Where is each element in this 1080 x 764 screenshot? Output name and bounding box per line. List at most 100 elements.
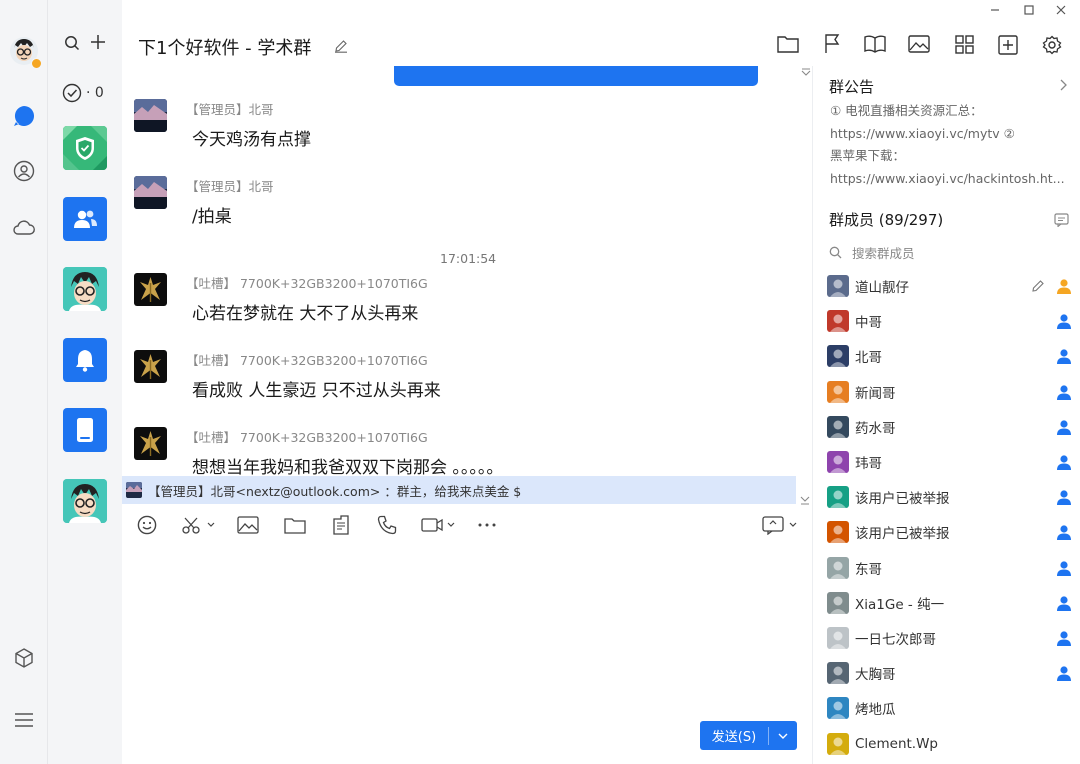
edit-nickname-icon[interactable] <box>1029 277 1047 295</box>
check-circle-icon <box>62 83 82 103</box>
admin-badge-icon <box>1055 594 1073 612</box>
session-item-avatar[interactable] <box>63 267 107 311</box>
search-icon[interactable] <box>64 35 80 55</box>
unread-filter[interactable]: · 0 <box>62 83 104 103</box>
history-icon[interactable] <box>762 512 800 538</box>
sender-name: 【吐槽】 7700K+32GB3200+1070TI6G <box>186 353 428 368</box>
settings-icon[interactable] <box>1042 35 1062 59</box>
member-name: 中哥 <box>855 315 882 332</box>
video-call-icon[interactable] <box>421 512 457 538</box>
shield-icon <box>63 126 107 170</box>
notice-line: ① 电视直播相关资源汇总： <box>830 103 983 118</box>
member-manage-icon[interactable] <box>1054 212 1069 231</box>
collapse-top-icon[interactable] <box>801 68 811 81</box>
member-avatar <box>827 380 849 403</box>
owner-badge-icon <box>1055 277 1073 295</box>
image-icon[interactable] <box>237 512 259 538</box>
left-rail <box>0 0 48 764</box>
messages-icon[interactable] <box>0 98 48 134</box>
session-item-security[interactable] <box>63 126 107 170</box>
member-item[interactable]: 道山靓仔 <box>827 274 1073 298</box>
sender-name: 【吐槽】 7700K+32GB3200+1070TI6G <box>186 430 428 445</box>
admin-badge-icon <box>1055 453 1073 471</box>
mention-preview-bar[interactable]: 【管理员】北哥<nextz@outlook.com> ：群主，给我来点美金 $ <box>122 476 796 504</box>
send-button[interactable]: 发送(S) <box>700 721 797 750</box>
admin-badge-icon <box>1055 383 1073 401</box>
member-avatar <box>827 662 849 685</box>
menu-icon[interactable] <box>0 702 48 738</box>
session-item-avatar-2[interactable] <box>63 479 107 523</box>
member-item[interactable]: 玮哥 <box>827 450 1073 474</box>
sender-name: 【管理员】北哥 <box>186 179 274 194</box>
send-options-icon[interactable] <box>769 732 797 740</box>
mention-text: 【管理员】北哥<nextz@outlook.com> ：群主，给我来点美金 $ <box>148 483 522 499</box>
files-icon[interactable] <box>777 35 799 57</box>
member-item[interactable]: 药水哥 <box>827 415 1073 439</box>
member-item[interactable]: 该用户已被举报 <box>827 485 1073 509</box>
sender-avatar[interactable] <box>134 350 167 383</box>
flag-icon[interactable] <box>824 34 840 58</box>
member-item[interactable]: 东哥 <box>827 556 1073 580</box>
member-item[interactable]: 烤地瓜 <box>827 696 1073 720</box>
user-avatar[interactable] <box>0 31 48 71</box>
cartoon-avatar <box>63 479 107 523</box>
scroll-bottom-icon[interactable] <box>800 490 810 509</box>
member-item[interactable]: 北哥 <box>827 344 1073 368</box>
sender-name: 【管理员】北哥 <box>186 102 274 117</box>
add-icon[interactable] <box>90 34 106 54</box>
message-text: 今天鸡汤有点撑 <box>192 130 311 150</box>
sender-name: 【吐槽】 7700K+32GB3200+1070TI6G <box>186 276 428 291</box>
document-icon[interactable] <box>330 512 352 538</box>
phone-call-icon[interactable] <box>376 512 398 538</box>
member-name: 玮哥 <box>855 456 882 472</box>
maximize-button[interactable] <box>1018 2 1040 18</box>
edit-title-icon[interactable] <box>334 38 348 57</box>
sender-avatar[interactable] <box>134 273 167 306</box>
member-item[interactable]: 中哥 <box>827 309 1073 333</box>
message-text: /拍桌 <box>192 207 232 227</box>
contacts-icon[interactable] <box>0 153 48 189</box>
folder-icon[interactable] <box>284 512 306 538</box>
chat-header: 下1个好软件 - 学术群 <box>122 26 812 66</box>
minimize-button[interactable] <box>984 2 1006 18</box>
cloud-icon[interactable] <box>0 210 48 246</box>
member-item[interactable]: 大胸哥 <box>827 661 1073 685</box>
member-avatar <box>827 697 849 720</box>
member-avatar <box>827 415 849 438</box>
bell-icon <box>76 350 94 372</box>
member-search-input[interactable]: 搜索群成员 <box>829 242 1059 262</box>
add-app-icon[interactable] <box>998 35 1018 59</box>
announcement-banner[interactable] <box>394 66 758 86</box>
session-item-groups[interactable] <box>63 197 107 241</box>
notice-more-icon[interactable] <box>1060 76 1068 95</box>
member-item[interactable]: 一日七次郎哥 <box>827 626 1073 650</box>
member-avatar <box>827 521 849 544</box>
status-badge <box>31 58 42 69</box>
book-icon[interactable] <box>864 35 886 57</box>
apps-icon[interactable] <box>955 35 974 58</box>
member-item[interactable]: 该用户已被举报 <box>827 520 1073 544</box>
member-avatar <box>827 310 849 333</box>
member-avatar <box>827 275 849 297</box>
notice-body[interactable]: ① 电视直播相关资源汇总： https://www.xiaoyi.vc/mytv… <box>830 100 1070 190</box>
chat-area: 下1个好软件 - 学术群 【管理员】北哥 今天鸡汤有点撑 【管理员】北哥 /拍桌… <box>122 0 812 764</box>
member-name: 新闻哥 <box>855 385 896 402</box>
member-avatar <box>827 451 849 473</box>
sender-avatar[interactable] <box>134 176 167 209</box>
sender-avatar[interactable] <box>134 427 167 460</box>
member-name: 大胸哥 <box>855 667 896 684</box>
sender-avatar[interactable] <box>134 99 167 132</box>
emoji-icon[interactable] <box>136 512 158 538</box>
member-item[interactable]: Xia1Ge - 纯一 <box>827 591 1073 615</box>
member-item[interactable]: Clement.Wp <box>827 732 1073 756</box>
member-name: 该用户已被举报 <box>855 491 950 508</box>
session-item-notifications[interactable] <box>63 338 107 382</box>
album-icon[interactable] <box>908 35 930 57</box>
admin-badge-icon <box>1055 312 1073 330</box>
session-item-device[interactable] <box>63 408 107 452</box>
screenshot-icon[interactable] <box>181 512 217 538</box>
member-item[interactable]: 新闻哥 <box>827 380 1073 404</box>
app-box-icon[interactable] <box>0 640 48 676</box>
more-icon[interactable] <box>476 512 498 538</box>
close-button[interactable] <box>1050 2 1072 18</box>
